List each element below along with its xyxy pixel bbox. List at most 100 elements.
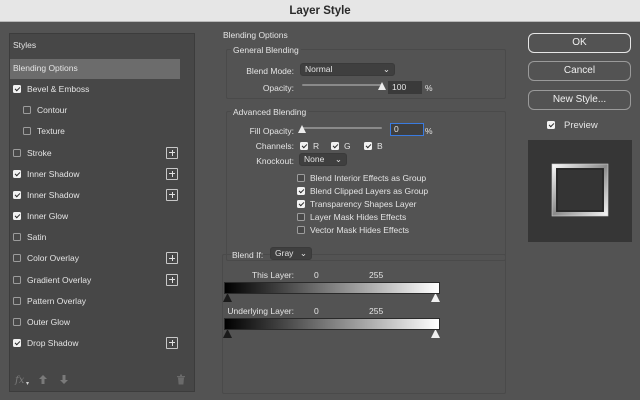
fill-opacity-slider-thumb[interactable] <box>298 125 306 133</box>
style-item[interactable]: Blending Options <box>10 59 180 79</box>
underlying-layer-gradient <box>224 318 440 330</box>
blend-mode-dropdown[interactable]: Normal ⌄ <box>300 63 395 76</box>
style-item-checkbox[interactable] <box>13 338 21 347</box>
style-item-checkbox[interactable] <box>23 106 31 115</box>
style-item-checkbox[interactable] <box>13 233 21 242</box>
style-item-checkbox[interactable] <box>13 85 21 94</box>
styles-footer: fx ▾ <box>10 372 194 392</box>
styles-header[interactable]: Styles <box>13 40 36 50</box>
advanced-option-checkbox[interactable] <box>297 226 305 235</box>
add-effect-icon[interactable] <box>166 167 178 180</box>
advanced-option-label: Blend Clipped Layers as Group <box>310 186 429 197</box>
style-item[interactable]: Inner Shadow <box>10 186 180 206</box>
advanced-option-checkbox[interactable] <box>297 174 305 182</box>
style-item[interactable]: Inner Shadow <box>10 165 180 185</box>
this-layer-black-handle[interactable] <box>223 294 232 302</box>
style-item[interactable]: Gradient Overlay <box>10 271 180 291</box>
style-item-checkbox[interactable] <box>13 169 21 178</box>
knockout-dropdown[interactable]: None ⌄ <box>299 153 347 166</box>
style-item[interactable]: Contour <box>10 101 180 121</box>
style-item[interactable]: Bevel & Emboss <box>10 80 180 100</box>
opacity-label: Opacity: <box>262 83 294 93</box>
style-item-label: Bevel & Emboss <box>27 84 90 95</box>
advanced-option-label: Vector Mask Hides Effects <box>310 225 410 236</box>
this-layer-max: 255 <box>369 270 384 280</box>
add-effect-icon[interactable] <box>166 146 178 159</box>
style-item-label: Pattern Overlay <box>27 295 87 306</box>
style-item[interactable]: Pattern Overlay <box>10 292 180 312</box>
style-item[interactable]: Color Overlay <box>10 249 180 269</box>
style-item-checkbox[interactable] <box>13 190 21 199</box>
style-item[interactable]: Texture <box>10 122 180 142</box>
underlying-layer-min: 0 <box>314 306 319 316</box>
style-item-label: Blending Options <box>13 63 78 73</box>
style-item-checkbox[interactable] <box>13 296 21 305</box>
style-item-checkbox[interactable] <box>13 148 21 157</box>
fill-opacity-input[interactable]: 0 <box>390 123 424 136</box>
style-item-checkbox[interactable] <box>23 127 31 136</box>
opacity-slider-thumb[interactable] <box>378 82 386 90</box>
style-item-label: Texture <box>37 126 65 137</box>
style-item-label: Outer Glow <box>27 316 70 327</box>
style-item-label: Inner Shadow <box>27 189 80 200</box>
advanced-option-label: Transparency Shapes Layer <box>310 199 417 210</box>
fill-opacity-percent: % <box>425 126 433 136</box>
opacity-input[interactable]: 100 <box>388 81 422 94</box>
underlying-layer-max: 255 <box>369 306 384 316</box>
add-effect-icon[interactable] <box>166 273 178 286</box>
underlying-black-handle[interactable] <box>223 330 232 338</box>
underlying-white-handle[interactable] <box>431 330 440 338</box>
this-layer-min: 0 <box>314 270 319 280</box>
style-item-checkbox[interactable] <box>13 317 21 326</box>
preview-checkbox-row[interactable]: Preview <box>547 120 627 132</box>
blend-mode-label: Blend Mode: <box>246 66 294 76</box>
style-item[interactable]: Outer Glow <box>10 313 180 333</box>
layer-style-dialog: Styles Blending Options Bevel & Emboss Con… <box>0 22 640 400</box>
trash-icon[interactable] <box>176 374 186 387</box>
chevron-down-icon: ⌄ <box>299 248 307 258</box>
style-item-checkbox[interactable] <box>13 212 21 221</box>
styles-scrollbar[interactable] <box>182 36 192 388</box>
move-up-icon[interactable] <box>38 374 48 387</box>
style-item[interactable]: Stroke <box>10 144 180 164</box>
advanced-option-checkbox[interactable] <box>297 213 305 222</box>
channels-label: Channels: <box>255 141 294 151</box>
blend-if-dropdown[interactable]: Gray ⌄ <box>270 247 312 260</box>
this-layer-gradient <box>224 282 440 294</box>
this-layer-white-handle[interactable] <box>431 294 440 302</box>
style-item-label: Drop Shadow <box>27 337 79 348</box>
style-item-label: Inner Glow <box>27 211 69 222</box>
this-layer-label: This Layer: <box>251 270 294 280</box>
fx-caret-icon[interactable]: ▾ <box>26 380 29 387</box>
blending-options-title: Blending Options <box>223 30 288 40</box>
window-title: Layer Style <box>0 0 640 22</box>
channel-checkbox[interactable] <box>364 142 372 150</box>
preview-label: Preview <box>564 120 598 131</box>
channel-checkbox[interactable] <box>331 142 339 150</box>
underlying-layer-label: Underlying Layer: <box>227 306 294 316</box>
style-item[interactable]: Drop Shadow <box>10 334 180 354</box>
style-item-checkbox[interactable] <box>13 254 21 263</box>
chevron-down-icon: ⌄ <box>334 154 342 164</box>
opacity-slider-track[interactable] <box>302 84 382 86</box>
fill-opacity-slider-track[interactable] <box>302 127 382 129</box>
preview-checkbox[interactable] <box>547 121 555 129</box>
style-item-checkbox[interactable] <box>13 275 21 284</box>
style-item[interactable]: Satin <box>10 228 180 248</box>
ok-button[interactable]: OK <box>528 33 631 53</box>
style-item[interactable]: Inner Glow <box>10 207 180 227</box>
new-style-button[interactable]: New Style... <box>528 90 631 110</box>
channel-checkbox[interactable] <box>300 142 308 150</box>
channel-label: R <box>313 141 320 151</box>
add-effect-icon[interactable] <box>166 252 178 265</box>
move-down-icon[interactable] <box>59 374 69 387</box>
fx-label: fx <box>15 375 25 386</box>
add-effect-icon[interactable] <box>166 336 178 349</box>
channel-label: G <box>344 141 351 151</box>
preview-swatch-image <box>551 163 609 217</box>
advanced-option-checkbox[interactable] <box>297 200 305 209</box>
advanced-option-label: Layer Mask Hides Effects <box>310 212 407 223</box>
cancel-button[interactable]: Cancel <box>528 61 631 81</box>
add-effect-icon[interactable] <box>166 188 178 201</box>
advanced-option-checkbox[interactable] <box>297 187 305 196</box>
